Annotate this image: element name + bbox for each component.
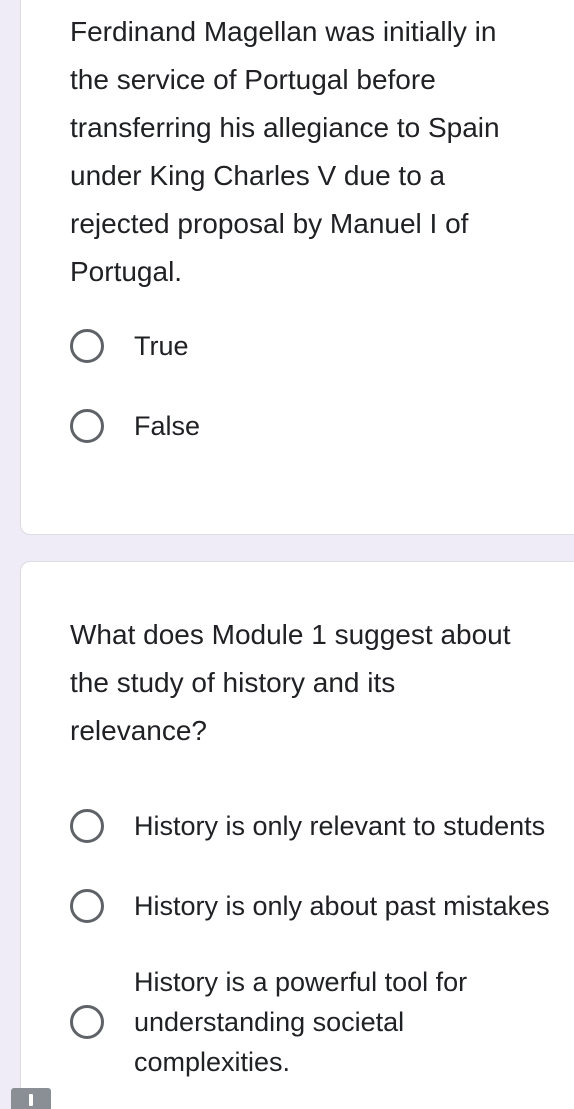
- option-false[interactable]: False: [70, 406, 200, 446]
- option-relevant-to-students[interactable]: History is only relevant to students: [70, 806, 545, 846]
- option-label: False: [134, 411, 201, 441]
- option-past-mistakes[interactable]: History is only about past mistakes: [70, 886, 550, 926]
- radio-button-icon[interactable]: [70, 889, 104, 923]
- question-text: Ferdinand Magellan was initially in the …: [70, 16, 500, 287]
- radio-button-icon[interactable]: [70, 329, 104, 363]
- radio-button-icon[interactable]: [70, 1005, 104, 1039]
- question-text: What does Module 1 suggest about the stu…: [70, 619, 511, 746]
- option-powerful-tool[interactable]: History is a powerful tool for understan…: [70, 962, 467, 1082]
- option-label: History is only relevant to students: [134, 811, 546, 841]
- radio-button-icon[interactable]: [70, 409, 104, 443]
- exclamation-icon: [11, 1088, 51, 1109]
- option-label: True: [134, 331, 189, 361]
- option-true[interactable]: True: [70, 326, 189, 366]
- question-card-1: Ferdinand Magellan was initially in the …: [20, 0, 574, 535]
- option-label: History is a powerful tool for understan…: [134, 967, 468, 1077]
- form-page: Ferdinand Magellan was initially in the …: [0, 0, 574, 1109]
- option-label: History is only about past mistakes: [134, 891, 550, 921]
- radio-button-icon[interactable]: [70, 809, 104, 843]
- question-card-2: What does Module 1 suggest about the stu…: [20, 561, 574, 1109]
